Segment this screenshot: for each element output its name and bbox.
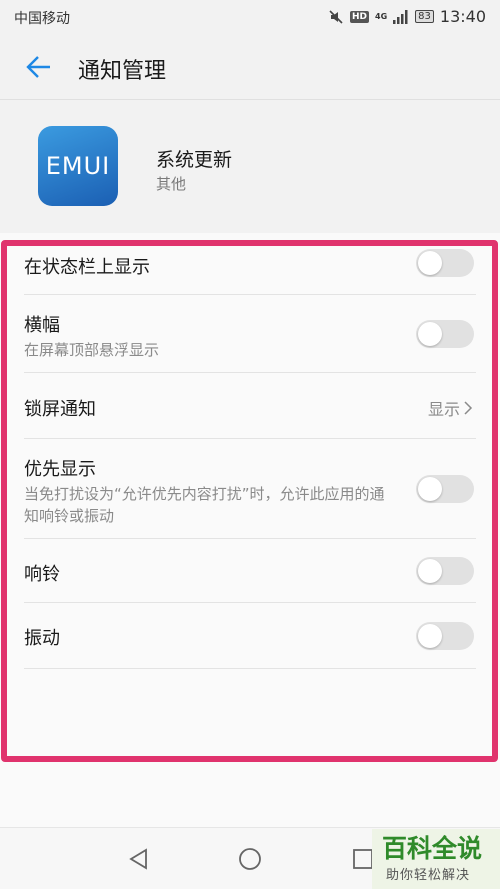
setting-banner[interactable]: 横幅 在屏幕顶部悬浮显示 <box>24 295 476 373</box>
app-logo: EMUI <box>38 126 118 206</box>
setting-label: 优先显示 <box>24 459 96 480</box>
carrier-name: 中国移动 <box>14 11 70 27</box>
app-category: 其他 <box>156 175 187 193</box>
ringtone-toggle[interactable] <box>416 557 474 585</box>
nav-home-icon[interactable] <box>237 846 263 872</box>
status-bar-display-toggle[interactable] <box>416 249 474 277</box>
hd-badge: HD <box>350 10 370 23</box>
settings-panel: 在状态栏上显示 横幅 在屏幕顶部悬浮显示 锁屏通知 显示 优先显示 当免打扰设为… <box>0 233 500 827</box>
setting-vibration[interactable]: 振动 <box>24 603 476 669</box>
clock: 13:40 <box>439 7 486 26</box>
setting-status-bar-display[interactable]: 在状态栏上显示 <box>24 233 476 295</box>
priority-toggle[interactable] <box>416 475 474 503</box>
app-bar: 通知管理 <box>0 34 500 100</box>
app-header: EMUI 系统更新 其他 <box>0 101 500 233</box>
toggle-knob <box>418 559 442 583</box>
setting-label: 横幅 <box>24 315 60 336</box>
setting-label: 在状态栏上显示 <box>24 257 150 278</box>
setting-label: 锁屏通知 <box>24 399 96 420</box>
lock-screen-value[interactable]: 显示 <box>428 396 474 420</box>
battery-icon: 83 <box>415 10 434 23</box>
toggle-knob <box>418 477 442 501</box>
page-title: 通知管理 <box>78 59 167 84</box>
vibration-toggle[interactable] <box>416 622 474 650</box>
status-bar: 中国移动 HD 4G 83 13:40 <box>0 0 500 34</box>
mute-icon <box>329 9 343 24</box>
toggle-knob <box>418 624 442 648</box>
setting-description: 在屏幕顶部悬浮显示 <box>24 341 160 359</box>
watermark: 百科全说 助你轻松解决 <box>372 829 500 889</box>
setting-label: 响铃 <box>24 564 60 585</box>
toggle-knob <box>418 251 442 275</box>
lock-screen-value-text: 显示 <box>427 400 460 419</box>
app-name: 系统更新 <box>156 149 233 171</box>
watermark-subtitle: 助你轻松解决 <box>386 868 471 883</box>
watermark-title: 百科全说 <box>382 834 483 863</box>
nav-back-icon[interactable] <box>126 846 152 872</box>
banner-toggle[interactable] <box>416 320 474 348</box>
status-icons: HD 4G 83 13:40 <box>328 7 486 26</box>
setting-lock-screen[interactable]: 锁屏通知 显示 <box>24 373 476 439</box>
setting-ringtone[interactable]: 响铃 <box>24 539 476 603</box>
setting-label: 振动 <box>24 628 60 649</box>
network-type: 4G <box>375 11 388 21</box>
chevron-right-icon <box>464 401 473 415</box>
setting-description: 当免打扰设为“允许优先内容打扰”时，允许此应用的通知响铃或振动 <box>24 485 385 525</box>
setting-priority[interactable]: 优先显示 当免打扰设为“允许优先内容打扰”时，允许此应用的通知响铃或振动 <box>24 439 476 539</box>
toggle-knob <box>418 322 442 346</box>
signal-icon <box>393 9 408 24</box>
arrow-left-icon[interactable] <box>24 52 54 82</box>
